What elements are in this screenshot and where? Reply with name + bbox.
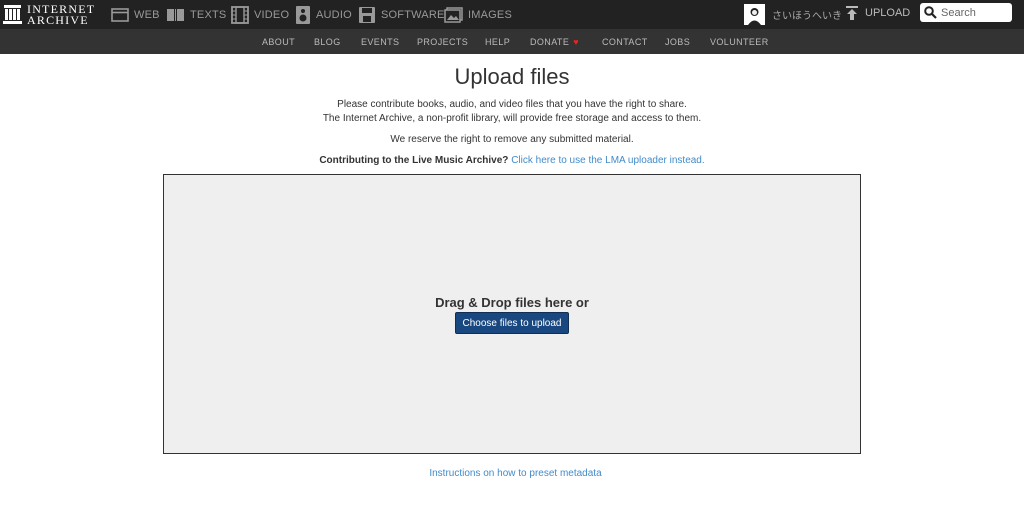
archive-logo-icon — [3, 5, 22, 24]
choose-files-button[interactable]: Choose files to upload — [455, 312, 569, 334]
nav-software-label: SOFTWARE — [381, 8, 445, 21]
search-input[interactable] — [941, 6, 1003, 19]
audio-icon — [296, 5, 310, 24]
nav-video-label: VIDEO — [254, 8, 290, 21]
subnav-jobs[interactable]: JOBS — [665, 29, 690, 54]
user-menu[interactable]: さいほうへいき — [744, 2, 842, 27]
page-title: Upload files — [454, 64, 570, 89]
images-icon — [444, 6, 463, 23]
nav-video[interactable]: VIDEO — [231, 0, 289, 29]
nav-texts[interactable]: TEXTS — [166, 0, 226, 29]
top-nav-bar: INTERNET ARCHIVE WEB TEXTS VIDEO AUDIO SO… — [0, 0, 1024, 29]
lma-question: Contributing to the Live Music Archive? — [319, 155, 509, 166]
intro-line-2: The Internet Archive, a non-profit libra… — [322, 113, 702, 124]
secondary-nav: ABOUT BLOG EVENTS PROJECTS HELP DONATE ♥ … — [0, 29, 1024, 54]
subnav-volunteer[interactable]: VOLUNTEER — [710, 29, 769, 54]
nav-audio-label: AUDIO — [316, 8, 352, 21]
software-icon — [359, 6, 375, 23]
drop-label: Drag & Drop files here or — [435, 295, 589, 310]
avatar — [744, 4, 765, 25]
search-box[interactable] — [920, 3, 1012, 22]
upload-link[interactable]: UPLOAD — [845, 0, 910, 26]
preset-metadata-link[interactable]: Instructions on how to preset metadata — [429, 468, 601, 479]
reserve-notice: We reserve the right to remove any submi… — [390, 134, 634, 145]
nav-images-label: IMAGES — [468, 8, 512, 21]
texts-icon — [167, 8, 184, 21]
intro-line-1: Please contribute books, audio, and vide… — [337, 99, 687, 110]
subnav-help[interactable]: HELP — [485, 29, 510, 54]
subnav-donate[interactable]: DONATE ♥ — [530, 29, 579, 54]
nav-images[interactable]: IMAGES — [444, 0, 512, 29]
donate-label: DONATE — [530, 37, 570, 47]
user-name: さいほうへいき — [772, 11, 842, 22]
video-icon — [231, 5, 249, 24]
heart-icon: ♥ — [573, 37, 579, 47]
logo-line-2: ARCHIVE — [27, 12, 89, 27]
lma-uploader-link[interactable]: Click here to use the LMA uploader inste… — [511, 155, 704, 166]
subnav-events[interactable]: EVENTS — [361, 29, 399, 54]
upload-label: UPLOAD — [865, 7, 911, 19]
logo-wordmark: INTERNET ARCHIVE — [27, 3, 95, 27]
subnav-contact[interactable]: CONTACT — [602, 29, 648, 54]
search-icon — [924, 6, 937, 19]
internet-archive-logo[interactable]: INTERNET ARCHIVE — [3, 0, 95, 29]
nav-web[interactable]: WEB — [111, 0, 160, 29]
subnav-projects[interactable]: PROJECTS — [417, 29, 468, 54]
instructions-row: Instructions on how to preset metadata — [0, 468, 1024, 479]
nav-web-label: WEB — [134, 8, 160, 21]
nav-audio[interactable]: AUDIO — [295, 0, 352, 29]
web-icon — [111, 7, 129, 22]
upload-arrow-icon — [846, 6, 858, 20]
subnav-about[interactable]: ABOUT — [262, 29, 295, 54]
nav-software[interactable]: SOFTWARE — [358, 0, 445, 29]
lma-notice: Contributing to the Live Music Archive? … — [0, 155, 1024, 166]
nav-texts-label: TEXTS — [190, 8, 227, 21]
file-dropzone[interactable]: Drag & Drop files here or Choose files t… — [163, 174, 861, 454]
subnav-blog[interactable]: BLOG — [314, 29, 341, 54]
